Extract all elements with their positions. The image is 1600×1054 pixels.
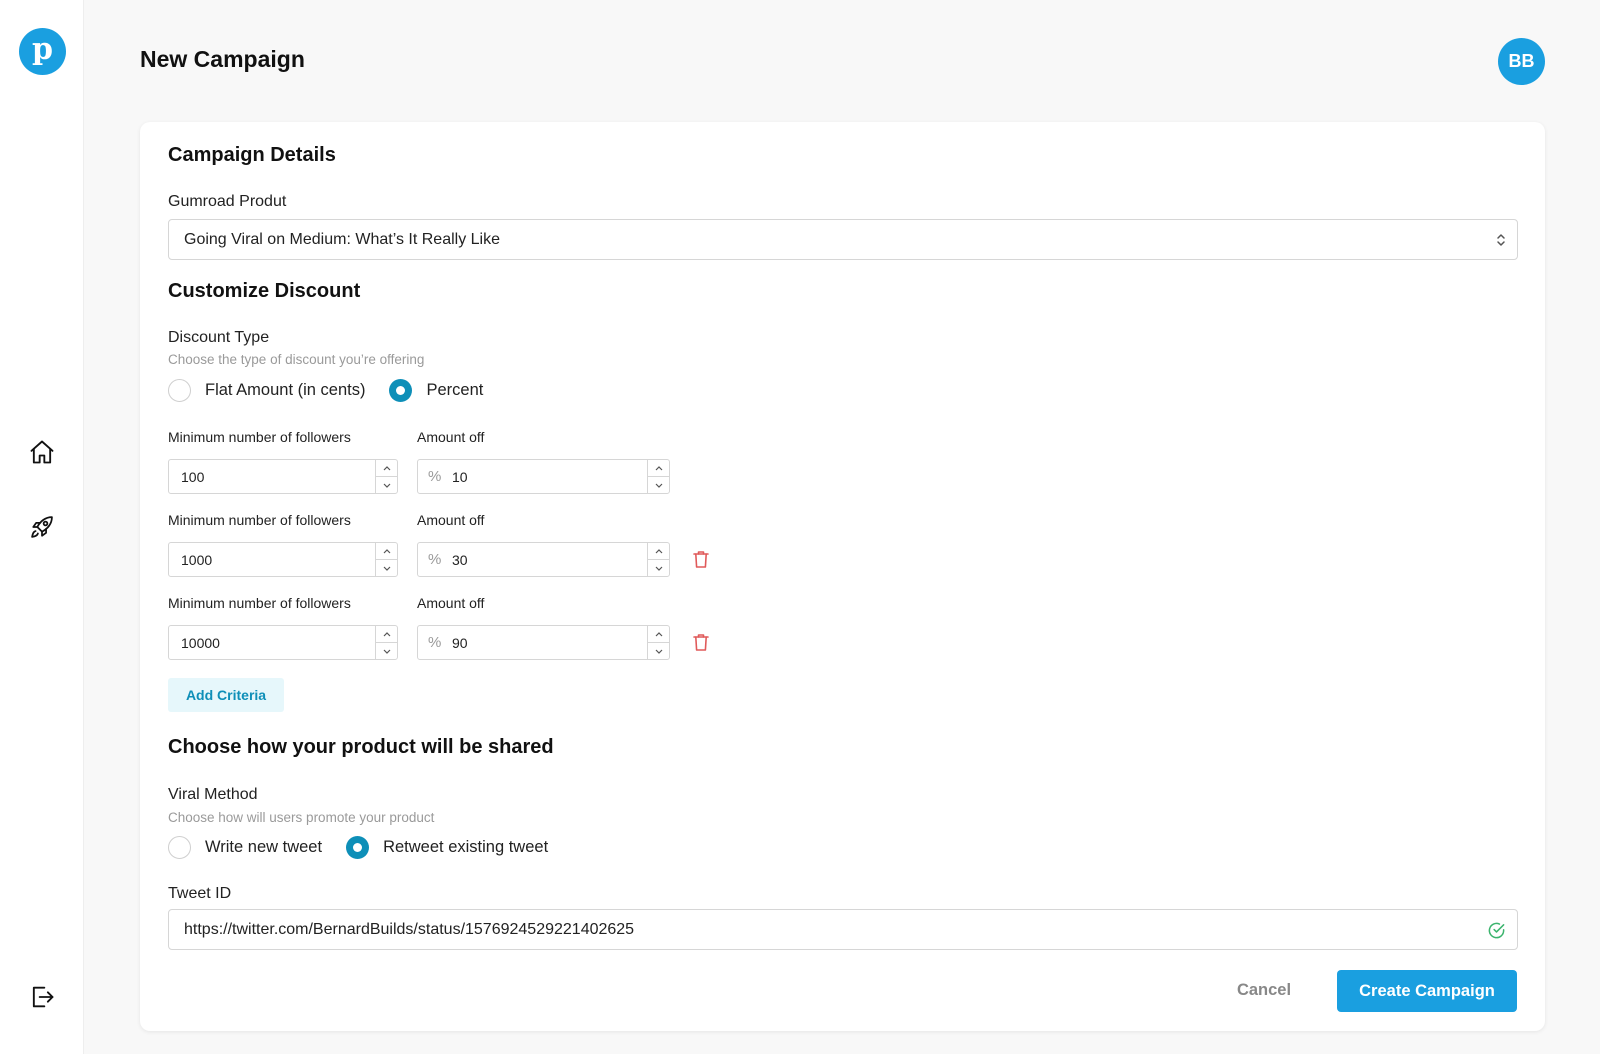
app-logo[interactable]: p: [19, 28, 66, 75]
product-select-value: Going Viral on Medium: What’s It Really …: [184, 230, 500, 248]
discount-type-help: Choose the type of discount you’re offer…: [168, 352, 425, 367]
avatar-initials: BB: [1508, 51, 1535, 71]
chevron-updown-icon: [1495, 231, 1507, 249]
tweet-id-value: https://twitter.com/BernardBuilds/status…: [184, 920, 635, 938]
percent-prefix: %: [428, 551, 442, 568]
followers-label: Minimum number of followers: [168, 595, 351, 611]
amount-off-input[interactable]: % 30: [417, 542, 670, 577]
chevron-down-icon[interactable]: [648, 642, 669, 659]
sidebar: p: [0, 0, 84, 1054]
chevron-up-icon[interactable]: [376, 543, 397, 559]
radio-write-new-tweet[interactable]: [168, 836, 191, 859]
amount-off-value: 90: [452, 634, 468, 651]
amount-off-label: Amount off: [417, 595, 485, 611]
followers-label: Minimum number of followers: [168, 429, 351, 445]
chevron-down-icon[interactable]: [376, 559, 397, 576]
followers-stepper: [375, 543, 397, 576]
amount-stepper: [647, 543, 669, 576]
viral-method-help: Choose how will users promote your produ…: [168, 810, 435, 825]
amount-off-value: 10: [452, 468, 468, 485]
percent-prefix: %: [428, 468, 442, 485]
cancel-button[interactable]: Cancel: [1225, 969, 1303, 1011]
radio-flat-amount-label[interactable]: Flat Amount (in cents): [205, 381, 365, 400]
chevron-up-icon[interactable]: [648, 543, 669, 559]
followers-stepper: [375, 626, 397, 659]
viral-method-label: Viral Method: [168, 786, 258, 803]
followers-value: 100: [181, 468, 205, 485]
followers-value: 1000: [181, 551, 213, 568]
followers-input[interactable]: 10000: [168, 625, 398, 660]
percent-prefix: %: [428, 634, 442, 651]
chevron-up-icon[interactable]: [376, 626, 397, 642]
product-label: Gumroad Produt: [168, 193, 287, 210]
radio-percent-label[interactable]: Percent: [426, 381, 483, 400]
sharing-heading: Choose how your product will be shared: [168, 736, 554, 758]
followers-label: Minimum number of followers: [168, 512, 351, 528]
chevron-down-icon[interactable]: [376, 642, 397, 659]
tweet-id-label: Tweet ID: [168, 885, 232, 902]
page-title: New Campaign: [140, 46, 305, 72]
trash-icon[interactable]: [692, 632, 710, 652]
chevron-up-icon[interactable]: [648, 626, 669, 642]
followers-input[interactable]: 100: [168, 459, 398, 494]
chevron-down-icon[interactable]: [648, 559, 669, 576]
trash-icon[interactable]: [692, 549, 710, 569]
tweet-id-input[interactable]: https://twitter.com/BernardBuilds/status…: [168, 909, 1518, 950]
discount-type-label: Discount Type: [168, 329, 270, 346]
followers-input[interactable]: 1000: [168, 542, 398, 577]
radio-retweet-existing[interactable]: [346, 836, 370, 859]
radio-write-new-tweet-label[interactable]: Write new tweet: [205, 838, 322, 857]
avatar[interactable]: BB: [1498, 38, 1545, 85]
rocket-icon[interactable]: [27, 512, 57, 542]
amount-stepper: [647, 460, 669, 493]
radio-flat-amount[interactable]: [168, 379, 191, 402]
amount-stepper: [647, 626, 669, 659]
amount-off-value: 30: [452, 551, 468, 568]
campaign-details-heading: Campaign Details: [168, 144, 336, 166]
logo-letter: p: [32, 32, 53, 67]
home-icon[interactable]: [27, 437, 57, 467]
product-select[interactable]: Going Viral on Medium: What’s It Really …: [168, 219, 1518, 260]
followers-value: 10000: [181, 634, 220, 651]
followers-stepper: [375, 460, 397, 493]
discount-type-radio-group: Flat Amount (in cents) Percent: [168, 379, 507, 402]
check-circle-icon: [1488, 922, 1505, 939]
customize-discount-heading: Customize Discount: [168, 280, 361, 302]
amount-off-input[interactable]: % 90: [417, 625, 670, 660]
chevron-down-icon[interactable]: [376, 476, 397, 493]
amount-off-label: Amount off: [417, 429, 485, 445]
radio-retweet-existing-label[interactable]: Retweet existing tweet: [383, 838, 548, 857]
campaign-form-card: Campaign Details Gumroad Produt Going Vi…: [140, 122, 1545, 1031]
chevron-up-icon[interactable]: [376, 460, 397, 476]
logout-icon[interactable]: [27, 982, 57, 1012]
chevron-down-icon[interactable]: [648, 476, 669, 493]
viral-method-radio-group: Write new tweet Retweet existing tweet: [168, 836, 572, 859]
amount-off-input[interactable]: % 10: [417, 459, 670, 494]
amount-off-label: Amount off: [417, 512, 485, 528]
create-campaign-button[interactable]: Create Campaign: [1337, 970, 1517, 1012]
add-criteria-button[interactable]: Add Criteria: [168, 678, 284, 712]
radio-percent[interactable]: [389, 379, 413, 402]
chevron-up-icon[interactable]: [648, 460, 669, 476]
